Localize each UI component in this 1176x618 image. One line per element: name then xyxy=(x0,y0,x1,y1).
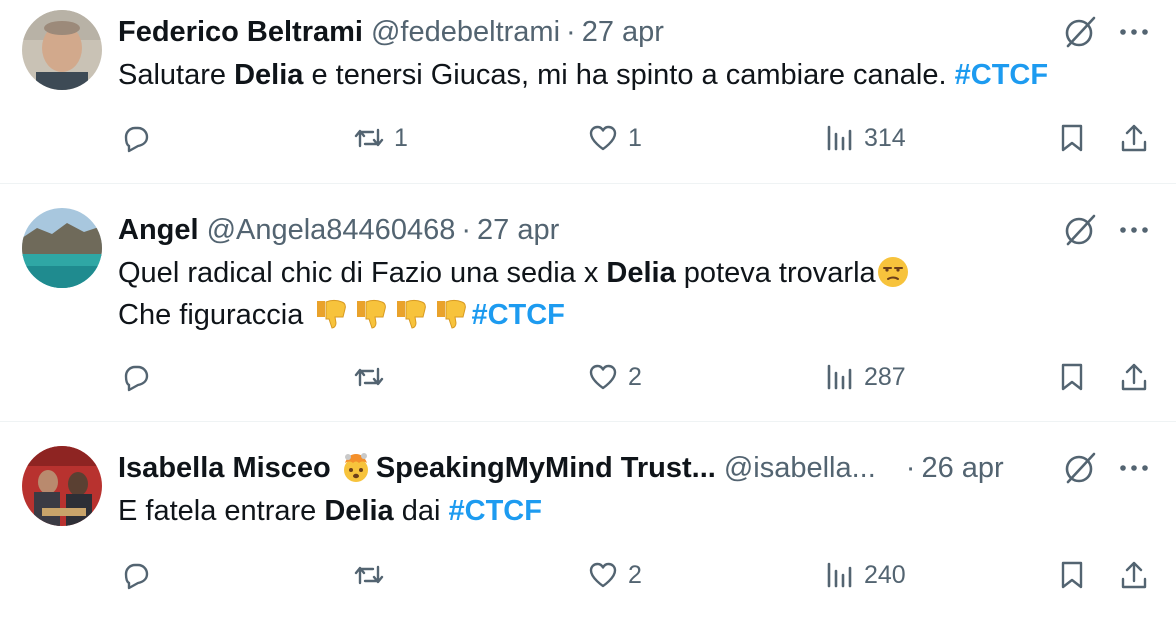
text-segment: e tenersi Giucas, mi ha spinto a cambiar… xyxy=(303,59,955,91)
retweet-button[interactable] xyxy=(352,355,394,399)
reply-button[interactable] xyxy=(118,355,160,399)
hashtag-link[interactable]: #CTCF xyxy=(955,59,1048,91)
grok-icon[interactable] xyxy=(1060,12,1100,52)
name-segment: SpeakingMyMind Trust... xyxy=(375,452,716,484)
view-count: 314 xyxy=(864,123,906,152)
share-icon xyxy=(1121,363,1147,391)
separator: · xyxy=(905,451,916,484)
thumbs-down-emoji xyxy=(397,300,427,329)
like-count: 1 xyxy=(628,123,642,152)
text-bold: Delia xyxy=(324,495,394,527)
thumbs-down-emoji xyxy=(437,300,467,329)
author-handle[interactable]: @fedebeltrami xyxy=(371,16,560,49)
tweet-date[interactable]: 27 apr xyxy=(477,214,559,247)
retweet-count: 1 xyxy=(394,123,408,152)
avatar[interactable] xyxy=(22,10,102,90)
bookmark-icon xyxy=(1061,124,1083,152)
views-icon xyxy=(827,125,852,151)
reply-icon xyxy=(124,126,149,153)
author-handle[interactable]: @Angela84460468 xyxy=(207,214,456,247)
tweet-header: Federico Beltrami @fedebeltrami · 27 apr xyxy=(118,12,664,52)
share-button[interactable] xyxy=(1117,553,1151,597)
grok-icon[interactable] xyxy=(1060,210,1100,250)
views-icon xyxy=(827,364,852,390)
tweet-header: Isabella Misceo SpeakingMyMind Trust... … xyxy=(118,448,1004,488)
tweet-1[interactable]: Federico Beltrami @fedebeltrami · 27 apr… xyxy=(0,0,1176,183)
tweet-text: Salutare Delia e tenersi Giucas, mi ha s… xyxy=(118,54,1048,96)
reply-icon xyxy=(124,563,149,590)
text-segment: E fatela entrare xyxy=(118,495,325,527)
text-segment: Che figuraccia xyxy=(118,299,312,331)
text-bold: Delia xyxy=(606,257,676,289)
tweet-header: Angel @Angela84460468 · 27 apr xyxy=(118,210,559,250)
text-segment: poteva trovarla xyxy=(675,257,876,289)
views-button[interactable]: 314 xyxy=(822,116,906,160)
reply-button[interactable] xyxy=(118,116,160,160)
text-bold: Delia xyxy=(234,59,304,91)
tweet-2[interactable]: Angel @Angela84460468 · 27 apr Quel radi… xyxy=(0,184,1176,421)
text-line: Che figuraccia #CTCF xyxy=(118,294,910,336)
exploding-head-emoji xyxy=(343,453,368,482)
retweet-icon xyxy=(354,128,384,148)
bookmark-button[interactable] xyxy=(1055,355,1089,399)
author-name[interactable]: Federico Beltrami xyxy=(118,16,363,49)
tweet-date[interactable]: 27 apr xyxy=(582,16,664,49)
heart-icon xyxy=(589,125,617,151)
view-count: 287 xyxy=(864,362,906,391)
bookmark-icon xyxy=(1061,561,1083,589)
like-count: 2 xyxy=(628,560,642,589)
views-button[interactable]: 287 xyxy=(822,355,906,399)
text-line: Quel radical chic di Fazio una sedia x D… xyxy=(118,252,910,294)
tweet-date[interactable]: 26 apr xyxy=(921,452,1003,485)
author-name[interactable]: Angel xyxy=(118,214,199,247)
tweet-actions: 2 240 xyxy=(0,553,1176,597)
bookmark-icon xyxy=(1061,363,1083,391)
share-button[interactable] xyxy=(1117,116,1151,160)
like-button[interactable]: 1 xyxy=(586,116,642,160)
retweet-icon xyxy=(354,565,384,585)
bookmark-button[interactable] xyxy=(1055,553,1089,597)
like-button[interactable]: 2 xyxy=(586,553,642,597)
like-count: 2 xyxy=(628,362,642,391)
view-count: 240 xyxy=(864,560,906,589)
heart-icon xyxy=(589,562,617,588)
like-button[interactable]: 2 xyxy=(586,355,642,399)
reply-button[interactable] xyxy=(118,553,160,597)
more-icon[interactable] xyxy=(1114,210,1154,250)
hashtag-link[interactable]: #CTCF xyxy=(449,495,542,527)
separator: · xyxy=(566,15,576,48)
share-icon xyxy=(1121,561,1147,589)
hashtag-link[interactable]: #CTCF xyxy=(471,299,564,331)
bookmark-button[interactable] xyxy=(1055,116,1089,160)
thumbs-down-emoji xyxy=(317,300,347,329)
retweet-icon xyxy=(354,367,384,387)
unamused-face-emoji xyxy=(877,257,908,287)
name-segment: Isabella Misceo xyxy=(118,452,339,484)
thumbs-down-emoji xyxy=(357,300,387,329)
tweet-text: E fatela entrare Delia dai #CTCF xyxy=(118,490,542,532)
more-icon[interactable] xyxy=(1114,12,1154,52)
author-name[interactable]: Isabella Misceo SpeakingMyMind Trust... xyxy=(118,451,716,485)
retweet-button[interactable]: 1 xyxy=(352,116,408,160)
text-segment: Salutare xyxy=(118,59,235,91)
share-button[interactable] xyxy=(1117,355,1151,399)
views-icon xyxy=(827,562,852,588)
tweet-actions: 2 287 xyxy=(0,355,1176,399)
text-segment: Quel radical chic di Fazio una sedia x xyxy=(118,257,607,289)
tweet-3[interactable]: Isabella Misceo SpeakingMyMind Trust... … xyxy=(0,422,1176,618)
separator: · xyxy=(461,213,471,246)
tweet-actions: 1 1 314 xyxy=(0,116,1176,160)
text-segment: dai xyxy=(393,495,449,527)
tweet-text: Quel radical chic di Fazio una sedia x D… xyxy=(118,252,910,336)
avatar[interactable] xyxy=(22,446,102,526)
more-icon[interactable] xyxy=(1114,448,1154,488)
reply-icon xyxy=(124,365,149,392)
share-icon xyxy=(1121,124,1147,152)
author-handle[interactable]: @isabella... xyxy=(724,452,876,485)
avatar[interactable] xyxy=(22,208,102,288)
heart-icon xyxy=(589,364,617,390)
retweet-button[interactable] xyxy=(352,553,394,597)
grok-icon[interactable] xyxy=(1060,448,1100,488)
views-button[interactable]: 240 xyxy=(822,553,906,597)
